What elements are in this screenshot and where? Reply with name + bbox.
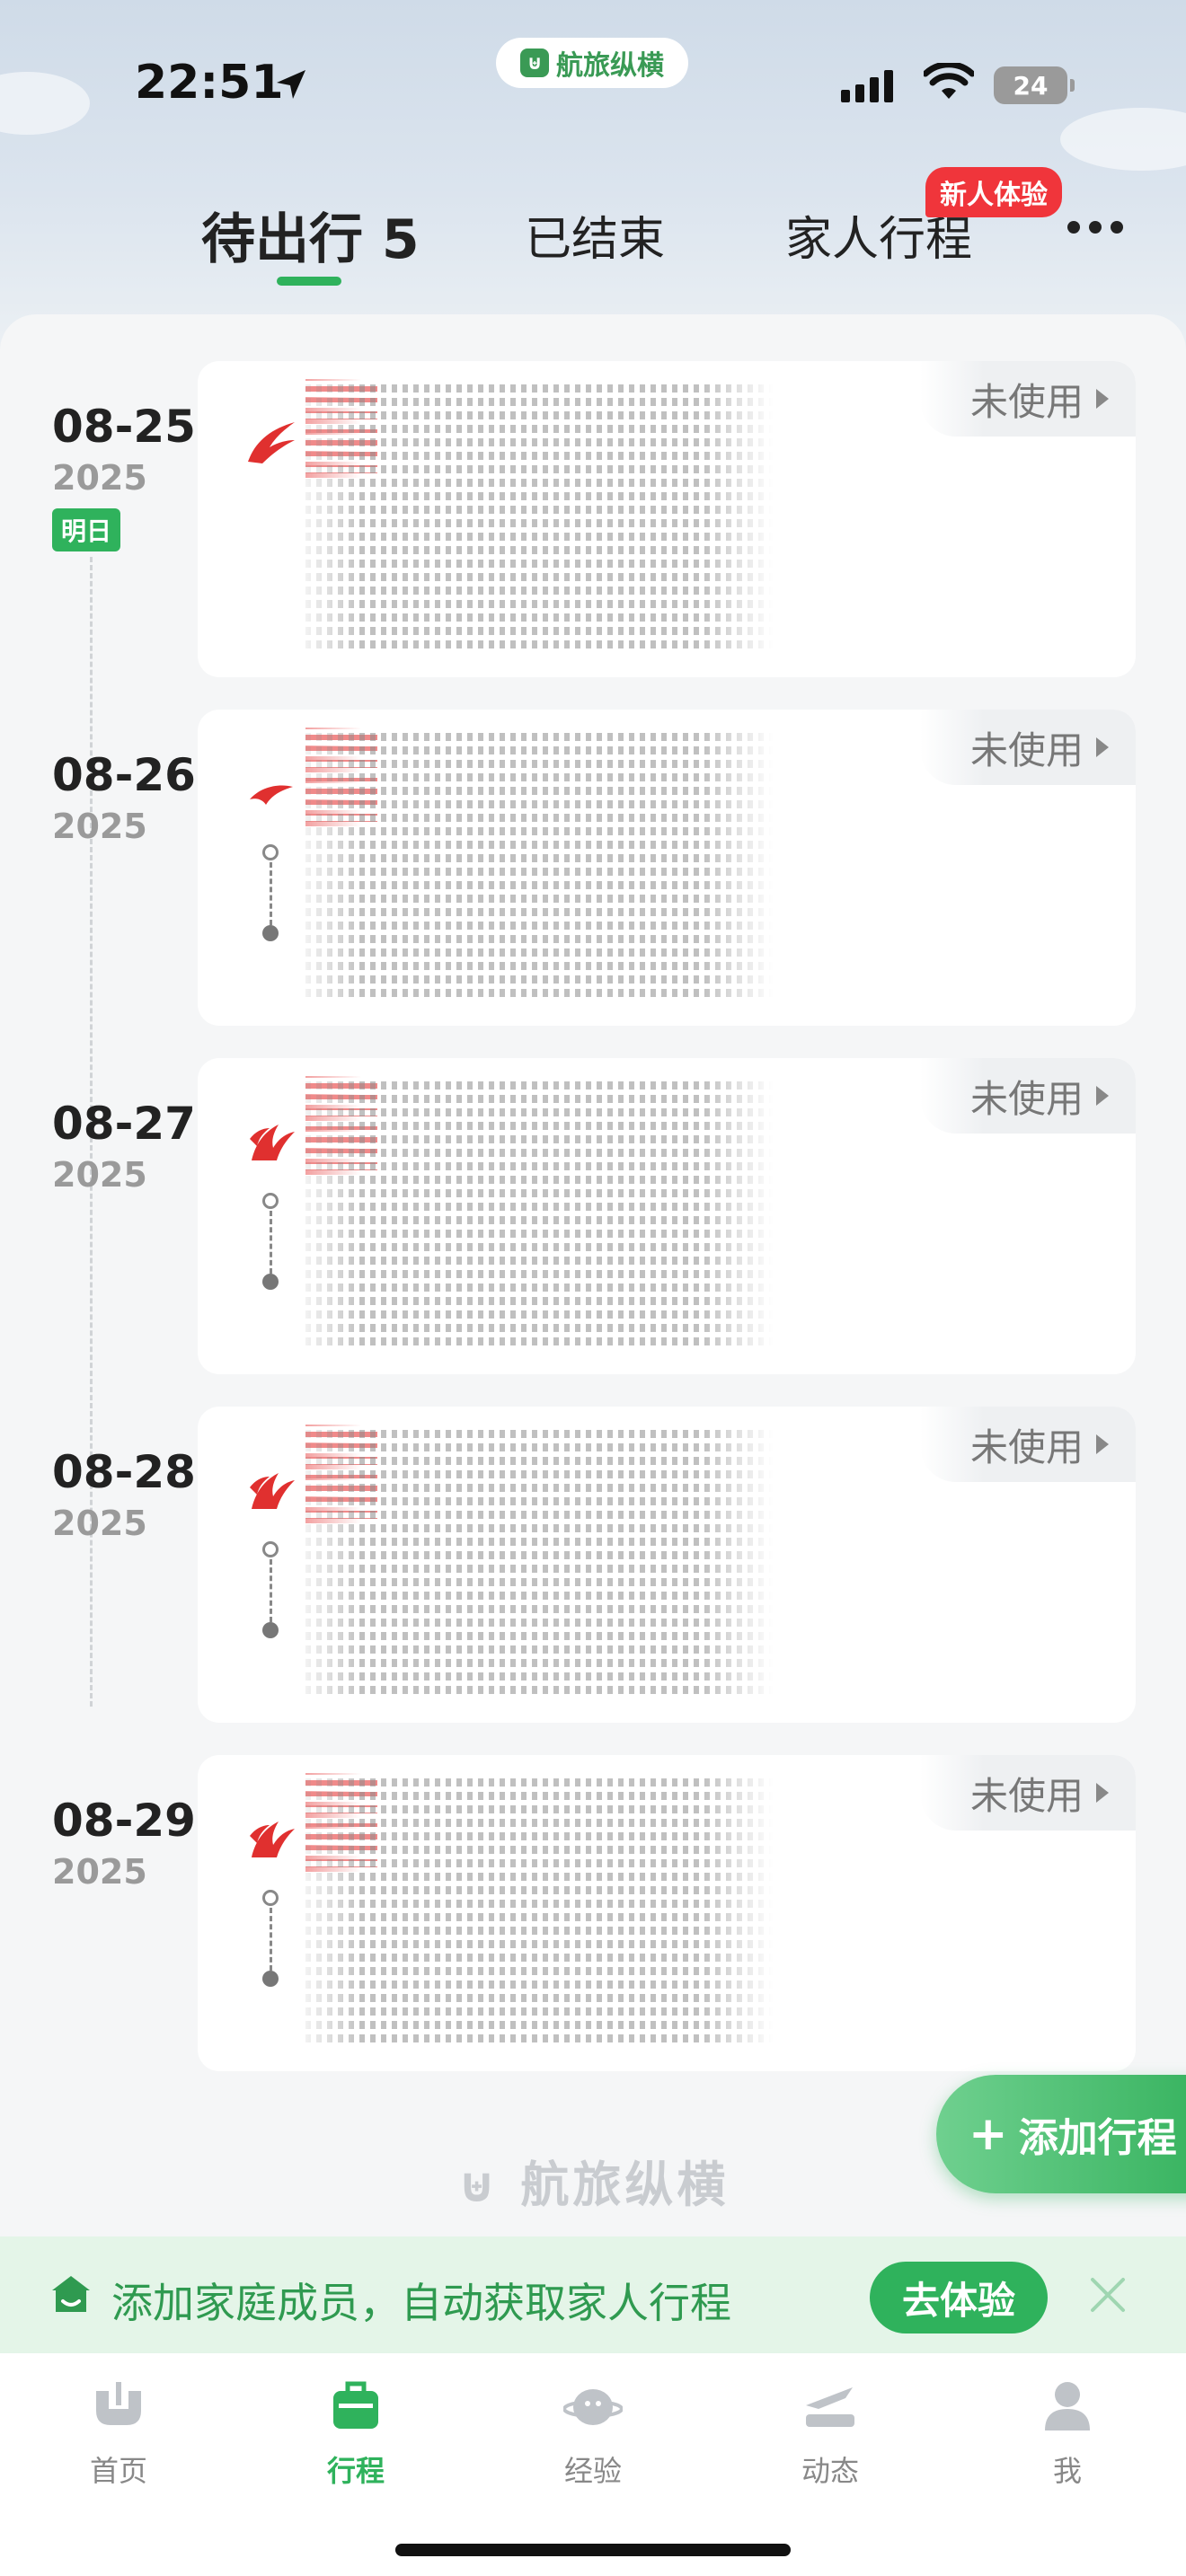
- trip-date: 08-28 2025: [52, 1446, 196, 1543]
- trip-card[interactable]: 未使用: [198, 1755, 1136, 2071]
- redacted-flight-info: [305, 379, 773, 648]
- plus-icon: +: [969, 2107, 1008, 2161]
- app-return-pill[interactable]: ⊎ 航旅纵横: [496, 38, 688, 88]
- route-dots: [261, 844, 282, 952]
- tab-finished[interactable]: 已结束: [525, 201, 665, 269]
- redacted-flight-info: [305, 1773, 773, 2042]
- planet-icon: [562, 2389, 624, 2425]
- trip-date-md: 08-26: [52, 749, 196, 801]
- chevron-right-icon: [1096, 389, 1109, 409]
- airline-phoenix-logo-icon: [250, 1822, 295, 1857]
- watermark-text: 航旅纵横: [520, 2157, 730, 2213]
- redacted-flight-info: [305, 1425, 773, 1694]
- trip-date-year: 2025: [52, 458, 147, 498]
- family-house-icon: [52, 2276, 90, 2312]
- tomorrow-tag: 明日: [52, 508, 121, 551]
- unused-status[interactable]: 未使用: [920, 710, 1136, 785]
- battery-icon: 24: [994, 66, 1075, 104]
- more-icon[interactable]: [1067, 221, 1123, 234]
- status-label: 未使用: [969, 728, 1084, 772]
- cellular-signal-icon: [841, 70, 893, 102]
- airline-phoenix-logo-icon: [250, 1473, 295, 1509]
- unused-status[interactable]: 未使用: [920, 1755, 1136, 1831]
- redacted-flight-info: [305, 1076, 773, 1345]
- status-label: 未使用: [969, 1773, 1084, 1818]
- nav-me[interactable]: 我: [996, 2378, 1139, 2490]
- bottom-navigation: 首页 行程 经验 动态 我: [0, 2353, 1186, 2576]
- add-trip-label: 添加行程: [1018, 2115, 1177, 2161]
- app-name: 航旅纵横: [556, 50, 664, 82]
- airline-phoenix-logo-icon: [248, 422, 295, 463]
- route-dots: [261, 1541, 282, 1649]
- trip-date-md: 08-27: [52, 1098, 196, 1150]
- nav-trips-label: 行程: [326, 2454, 385, 2488]
- airline-phoenix-logo-icon: [250, 1125, 295, 1160]
- route-dots: [261, 1890, 282, 1998]
- status-label: 未使用: [969, 1076, 1084, 1121]
- trip-date-year: 2025: [52, 1155, 147, 1195]
- trip-date: 08-25 2025 明日: [52, 401, 196, 551]
- nav-home-label: 首页: [89, 2454, 147, 2488]
- user-icon: [1045, 2382, 1090, 2430]
- add-trip-button[interactable]: + 添加行程: [936, 2075, 1186, 2193]
- redacted-flight-info: [305, 728, 773, 997]
- location-arrow-icon: [277, 70, 305, 99]
- nav-me-label: 我: [1052, 2454, 1082, 2488]
- tab-upcoming[interactable]: 待出行 5: [201, 196, 420, 274]
- status-bar: 22:51 ⊎ 航旅纵横 24: [0, 0, 1186, 171]
- flight-status-icon: [806, 2387, 854, 2427]
- home-indicator[interactable]: [395, 2544, 791, 2556]
- nav-experience-label: 经验: [563, 2454, 622, 2488]
- trip-card[interactable]: 未使用: [198, 710, 1136, 1026]
- trip-date-md: 08-28: [52, 1446, 196, 1498]
- chevron-right-icon: [1096, 1434, 1109, 1454]
- trip-tabs: 待出行 5 已结束 家人行程 新人体验: [0, 167, 1186, 296]
- nav-experience[interactable]: 经验: [521, 2378, 665, 2490]
- nav-home[interactable]: 首页: [47, 2378, 190, 2490]
- route-dots: [261, 1193, 282, 1301]
- close-icon[interactable]: [1089, 2276, 1127, 2314]
- suitcase-icon: [333, 2381, 378, 2429]
- status-time: 22:51: [135, 56, 284, 110]
- try-now-button[interactable]: 去体验: [870, 2262, 1048, 2333]
- unused-status[interactable]: 未使用: [920, 1058, 1136, 1134]
- nav-flight-status-label: 动态: [801, 2454, 859, 2488]
- wifi-icon: [924, 63, 974, 99]
- trip-card[interactable]: 未使用: [198, 1407, 1136, 1723]
- chevron-right-icon: [1096, 737, 1109, 757]
- nav-flight-status[interactable]: 动态: [758, 2378, 902, 2490]
- status-label: 未使用: [969, 379, 1084, 424]
- chevron-right-icon: [1096, 1783, 1109, 1803]
- family-banner-text: 添加家庭成员，自动获取家人行程: [111, 2279, 731, 2327]
- new-user-badge: 新人体验: [925, 167, 1062, 217]
- app-logo-icon: ⊎: [520, 49, 549, 77]
- nav-trips[interactable]: 行程: [284, 2378, 428, 2490]
- family-member-banner: 添加家庭成员，自动获取家人行程 去体验: [0, 2236, 1186, 2353]
- active-tab-indicator: [277, 277, 341, 286]
- trip-date: 08-26 2025: [52, 749, 196, 846]
- unused-status[interactable]: 未使用: [920, 1407, 1136, 1482]
- trip-card[interactable]: 未使用: [198, 1058, 1136, 1374]
- trip-date: 08-29 2025: [52, 1795, 196, 1892]
- trip-date: 08-27 2025: [52, 1098, 196, 1195]
- status-label: 未使用: [969, 1425, 1084, 1469]
- chevron-right-icon: [1096, 1086, 1109, 1106]
- trip-card[interactable]: 未使用: [198, 361, 1136, 677]
- home-logo-icon: [96, 2382, 141, 2425]
- trip-date-year: 2025: [52, 807, 147, 846]
- unused-status[interactable]: 未使用: [920, 361, 1136, 437]
- watermark-logo-icon: ⊎: [456, 2157, 521, 2213]
- trip-date-year: 2025: [52, 1504, 147, 1543]
- trip-date-md: 08-29: [52, 1795, 196, 1847]
- trip-date-year: 2025: [52, 1852, 147, 1892]
- airline-bird-logo-icon: [250, 785, 293, 805]
- trip-date-md: 08-25: [52, 401, 196, 453]
